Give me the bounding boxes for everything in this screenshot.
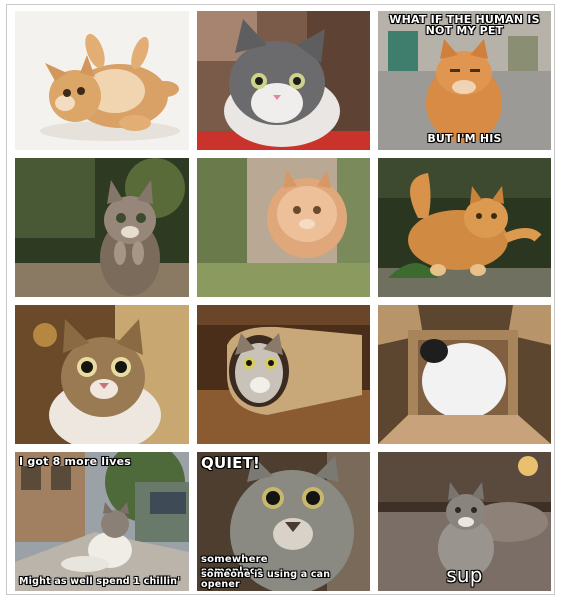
meme-caption-bottom: sup: [446, 563, 483, 587]
tile-grey-kitten: [197, 11, 370, 150]
orange-waving-image: [378, 158, 551, 297]
tile-meme-sup: sup: [378, 452, 551, 591]
meme-caption-top: QUIET!: [201, 454, 261, 472]
tile-cat-in-box: [378, 305, 551, 444]
tabby-standing-image: [15, 158, 189, 297]
tile-meme-human-pet: WHAT IF THE HUMAN IS NOT MY PET BUT I'M …: [378, 11, 551, 150]
tile-meme-quiet: QUIET! somewhere someplace someone is us…: [197, 452, 370, 591]
meme-caption-top: I got 8 more lives: [19, 455, 131, 468]
tile-orange-waving: [378, 158, 551, 297]
grey-kitten-image: [197, 11, 370, 150]
tile-surprised-cat: [15, 305, 189, 444]
tile-tabby-standing: [15, 158, 189, 297]
leaping-cat-image: [197, 158, 370, 297]
sidewalk-cat-image: [15, 452, 189, 591]
meme-caption-top: WHAT IF THE HUMAN IS NOT MY PET: [389, 13, 540, 37]
tile-kitten-rolling: [15, 11, 189, 150]
meme-caption-line-3: someone is using a can opener: [201, 569, 331, 590]
surprised-cat-image: [15, 305, 189, 444]
tile-meme-eight-lives: I got 8 more lives Might as well spend 1…: [15, 452, 189, 591]
meme-caption-bottom: BUT I'M HIS: [427, 132, 502, 145]
kitten-rolling-image: [15, 11, 189, 150]
tile-leaping-cat: [197, 158, 370, 297]
meme-caption-bottom: Might as well spend 1 chillin': [19, 575, 181, 587]
cat-in-box-image: [378, 305, 551, 444]
tile-cat-in-bag: [197, 305, 370, 444]
cat-in-bag-image: [197, 305, 370, 444]
meme-caption-line-1: somewhere: [201, 554, 268, 565]
